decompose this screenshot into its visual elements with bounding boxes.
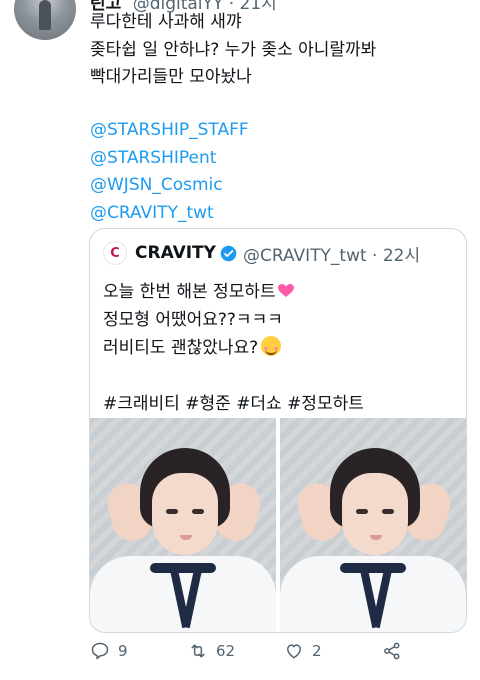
quoted-tweet[interactable]: C CRAVITY @CRAVITY_twt · 22시 오늘 한번 해본 정모…: [89, 228, 467, 633]
retweet-icon: [191, 644, 205, 658]
quoted-line: 정모형 어땠어요??ㅋㅋㅋ: [103, 310, 283, 330]
avatar[interactable]: [14, 0, 76, 40]
heart-icon: [287, 644, 301, 659]
quoted-hashtags[interactable]: #크래비티 #형준 #더쇼 #정모하트: [103, 390, 364, 418]
tweet-line: 루다한테 사과해 새꺄: [90, 12, 242, 32]
reply-icon: [91, 642, 109, 660]
mention-link[interactable]: @CRAVITY_twt: [90, 200, 249, 228]
verified-badge-icon: [220, 245, 237, 261]
mention-list: @STARSHIP_STAFF @STARSHIPent @WJSN_Cosmi…: [90, 117, 249, 227]
reply-count: 9: [118, 642, 128, 660]
retweet-count: 62: [216, 642, 236, 660]
share-icon: [384, 642, 400, 660]
quoted-line: 러비티도 괜찮았나요?: [103, 338, 259, 358]
mention-link[interactable]: @WJSN_Cosmic: [90, 172, 249, 200]
photo-1[interactable]: [90, 418, 276, 632]
tweet-actions: 9 62 2: [90, 641, 460, 665]
quoted-avatar[interactable]: C: [103, 241, 127, 265]
like-count: 2: [312, 642, 322, 660]
like-button[interactable]: 2: [284, 641, 322, 661]
quoted-media: [90, 418, 466, 632]
quoted-tweet-header: C CRAVITY @CRAVITY_twt · 22시: [103, 241, 420, 266]
reply-button[interactable]: 9: [90, 641, 128, 661]
sparkling-heart-icon: [277, 284, 294, 297]
quoted-handle-time[interactable]: @CRAVITY_twt · 22시: [243, 241, 420, 266]
quoted-avatar-letter: C: [110, 245, 120, 261]
tweet-line: 빡대가리들만 모아놨나: [90, 67, 252, 87]
quoted-line: [103, 362, 364, 390]
photo-2[interactable]: [280, 418, 466, 632]
quoted-text: 오늘 한번 해본 정모하트 정모형 어땠어요??ㅋㅋㅋ 러비티도 괜찮았나요? …: [103, 278, 364, 418]
mention-link[interactable]: @STARSHIP_STAFF: [90, 117, 249, 145]
tweet-line: 좆타쉽 일 안하냐? 누가 좆소 아니랄까봐: [90, 39, 377, 60]
mention-link[interactable]: @STARSHIPent: [90, 145, 249, 173]
tweet-text: 루다한테 사과해 새꺄 좆타쉽 일 안하냐? 누가 좆소 아니랄까봐 빡대가리들…: [90, 9, 460, 92]
retweet-button[interactable]: 62: [188, 641, 235, 661]
smiling-face-icon: [261, 336, 282, 356]
quoted-author-name[interactable]: CRAVITY: [135, 243, 216, 263]
share-button[interactable]: [382, 641, 410, 661]
quoted-line: 오늘 한번 해본 정모하트: [103, 282, 276, 302]
